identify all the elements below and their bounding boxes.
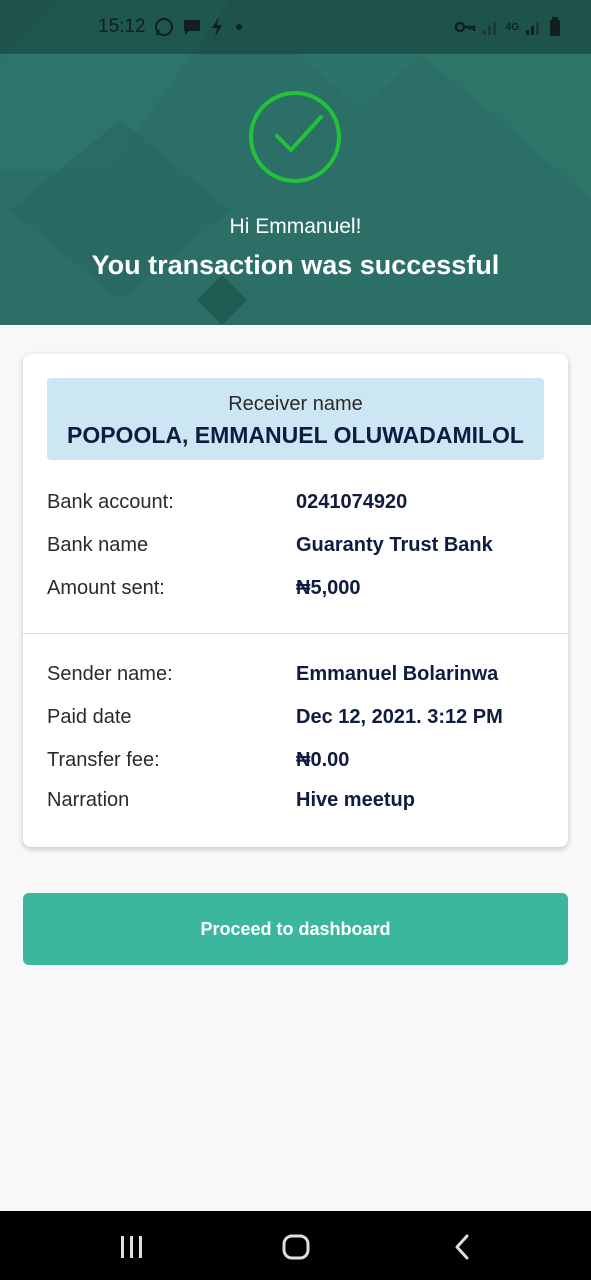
detail-value: ₦5,000 <box>296 577 361 599</box>
detail-value: ₦0.00 <box>296 749 350 771</box>
battery-icon <box>549 17 561 37</box>
receiver-box: Receiver name POPOOLA, EMMANUEL OLUWADAM… <box>47 378 544 460</box>
detail-row-paid-date: Paid date Dec 12, 2021. 3:12 PM <box>47 706 547 734</box>
success-title: You transaction was successful <box>91 250 500 280</box>
detail-label: Bank name <box>47 534 149 556</box>
detail-value: Emmanuel Bolarinwa <box>296 663 499 685</box>
detail-value: 0241074920 <box>296 491 408 513</box>
system-nav-bar <box>0 1211 591 1280</box>
detail-row-bank-account: Bank account: 0241074920 <box>47 491 547 519</box>
vpn-key-icon <box>454 19 476 35</box>
detail-row-sender-name: Sender name: Emmanuel Bolarinwa <box>47 663 547 691</box>
detail-value: Hive meetup <box>296 789 415 811</box>
detail-row-bank-name: Bank name Guaranty Trust Bank <box>47 534 547 562</box>
detail-value: Guaranty Trust Bank <box>296 534 493 556</box>
greeting-text: Hi Emmanuel! <box>229 215 362 238</box>
signal-strength-icon <box>525 18 543 36</box>
back-icon[interactable] <box>447 1233 477 1261</box>
receiver-label: Receiver name <box>228 393 363 415</box>
detail-row-narration: Narration Hive meetup <box>47 789 547 817</box>
detail-value: Dec 12, 2021. 3:12 PM <box>296 706 503 728</box>
network-type: 4G <box>505 21 519 33</box>
status-bar: 15:12 4G <box>0 0 591 54</box>
detail-label: Paid date <box>47 706 132 728</box>
detail-label: Narration <box>47 789 130 811</box>
detail-label: Transfer fee: <box>47 749 160 771</box>
divider <box>23 633 568 634</box>
recents-icon[interactable] <box>117 1233 147 1261</box>
signal-icon <box>482 18 500 36</box>
home-icon[interactable] <box>281 1233 311 1261</box>
receiver-name: POPOOLA, EMMANUEL OLUWADAMILOL <box>66 422 524 448</box>
detail-label: Amount sent: <box>47 577 165 599</box>
transaction-details-card: Receiver name POPOOLA, EMMANUEL OLUWADAM… <box>23 354 568 847</box>
detail-row-transfer-fee: Transfer fee: ₦0.00 <box>47 749 547 777</box>
detail-row-amount-sent: Amount sent: ₦5,000 <box>47 577 547 605</box>
detail-label: Bank account: <box>47 491 174 513</box>
check-circle-icon <box>248 90 342 184</box>
flash-icon <box>210 17 224 37</box>
status-time: 15:12 <box>98 16 146 37</box>
dot-icon <box>232 17 246 37</box>
whatsapp-icon <box>154 17 174 37</box>
detail-label: Sender name: <box>47 663 173 685</box>
message-icon <box>182 17 202 37</box>
proceed-to-dashboard-button[interactable]: Proceed to dashboard <box>23 893 568 965</box>
success-header: 15:12 4G Hi Emmanuel! You transaction wa… <box>0 0 591 325</box>
